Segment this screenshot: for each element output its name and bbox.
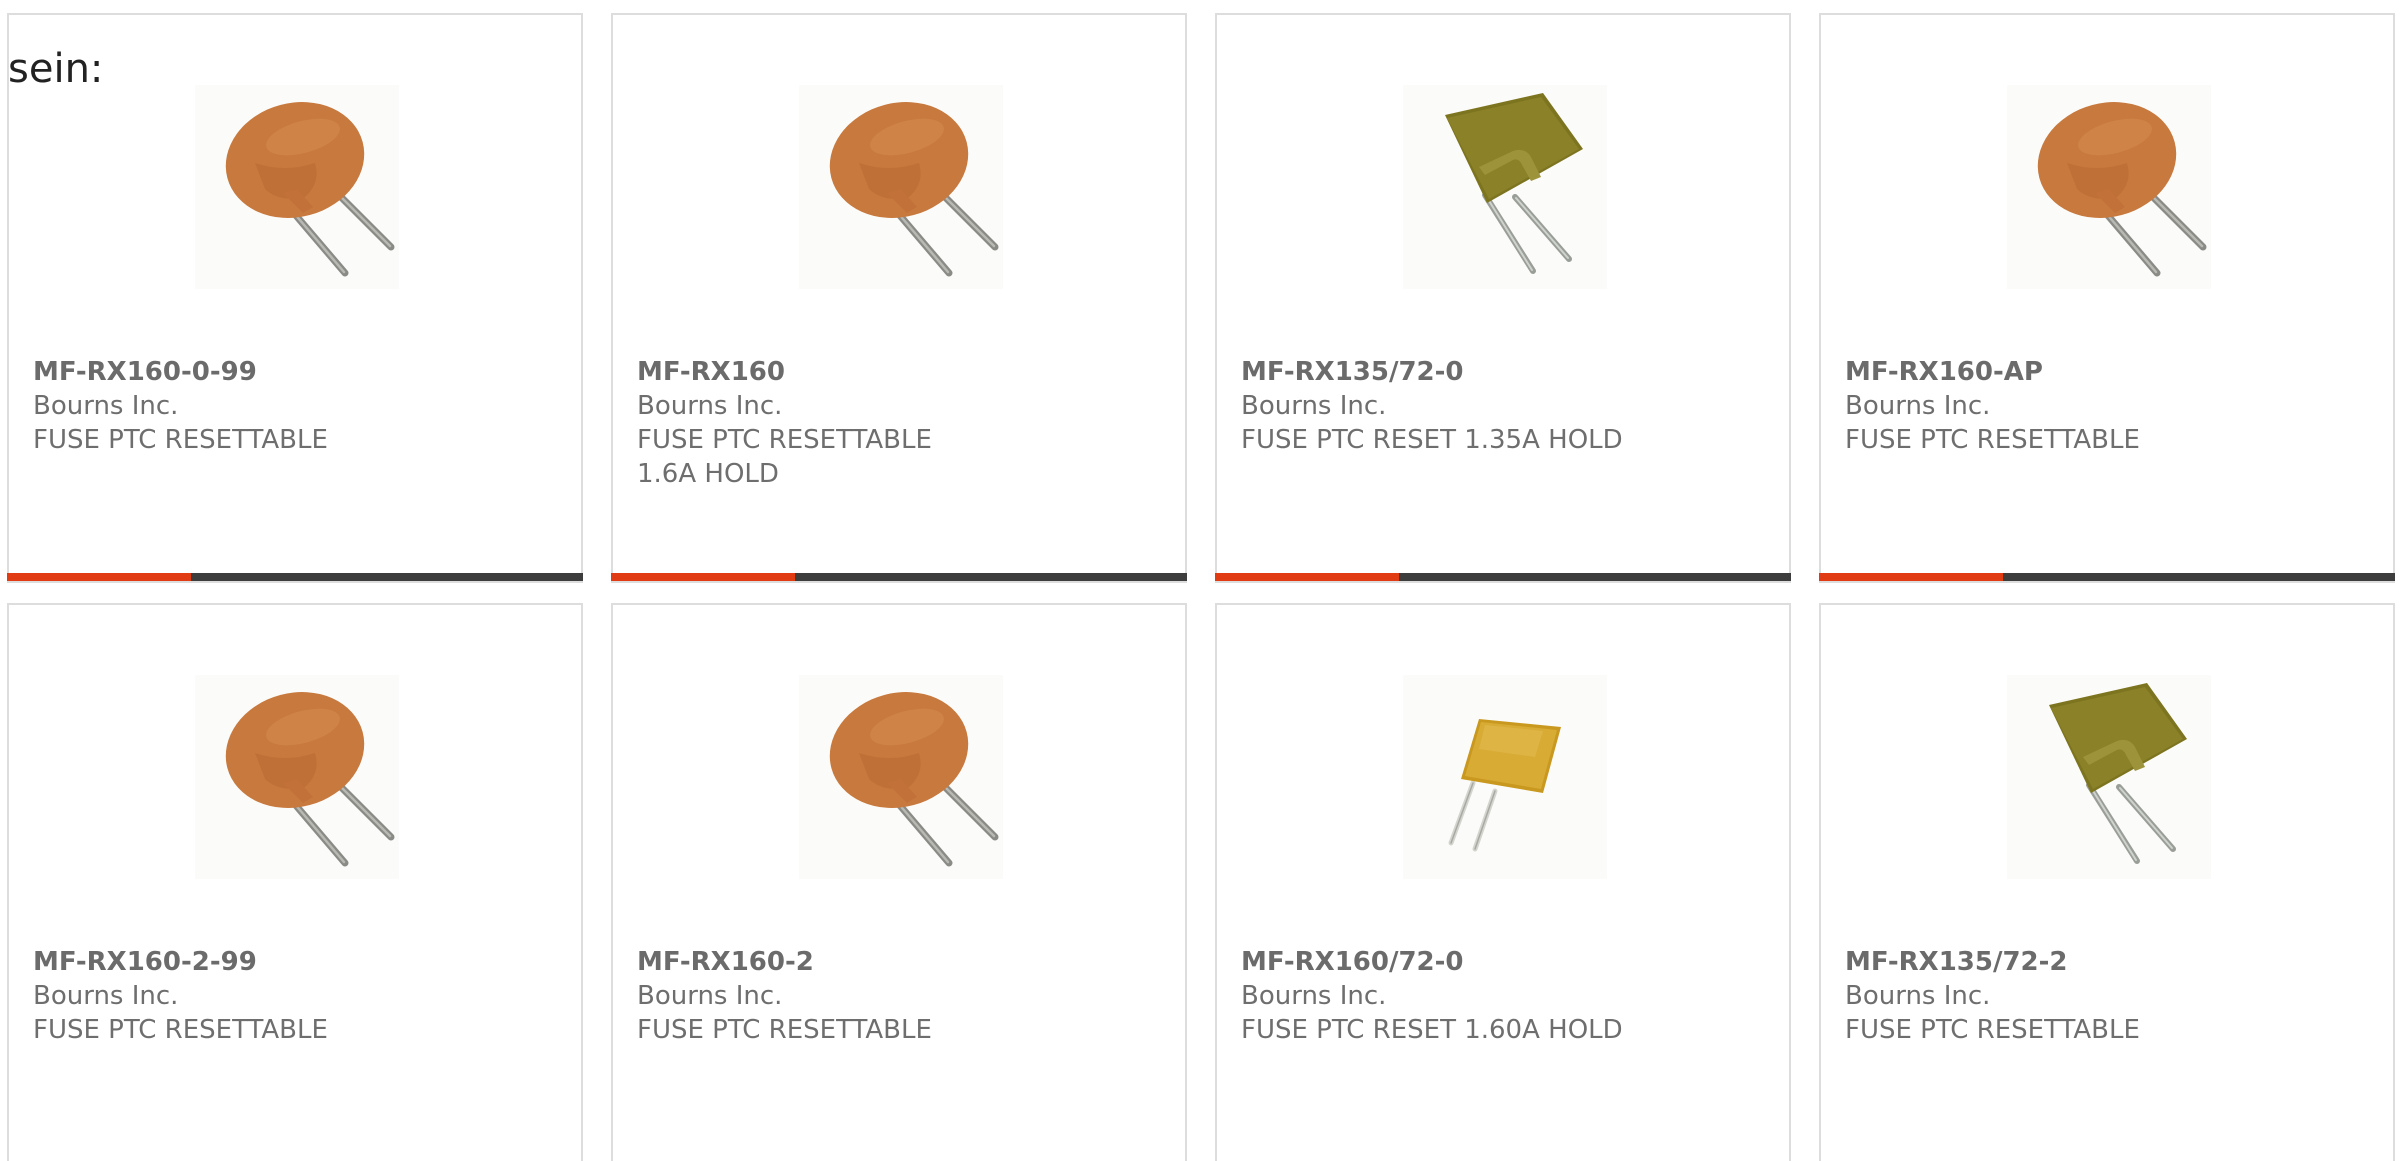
radial-ptc-square-icon[interactable] [2007,675,2211,879]
product-info: MF-RX135/72-2 Bourns Inc. FUSE PTC RESET… [1845,945,2265,1047]
radial-ptc-small-square-icon[interactable] [1403,675,1607,879]
product-info: MF-RX160-AP Bourns Inc. FUSE PTC RESETTA… [1845,355,2265,457]
product-card[interactable]: MF-RX160-2 Bourns Inc. FUSE PTC RESETTAB… [611,603,1187,1161]
description: FUSE PTC RESETTABLE [1845,1015,2140,1045]
card-accent-bar [611,573,795,581]
product-card[interactable]: MF-RX135/72-2 Bourns Inc. FUSE PTC RESET… [1819,603,2395,1161]
card-bottom-bar [611,573,1187,581]
description: FUSE PTC RESETTABLE [1845,425,2140,455]
product-info: MF-RX160-2 Bourns Inc. FUSE PTC RESETTAB… [637,945,1057,1047]
part-number[interactable]: MF-RX135/72-0 [1241,355,1661,389]
card-accent-bar [1819,573,2003,581]
product-grid-page: sein: MF-RX160-0-99 Bourns Inc. FUSE PTC… [0,0,2400,1161]
radial-ptc-disc-icon[interactable] [2007,85,2211,289]
part-number[interactable]: MF-RX160 [637,355,1057,389]
card-accent-bar [7,573,191,581]
manufacturer: Bourns Inc. [1845,981,1991,1011]
radial-ptc-disc-icon[interactable] [799,85,1003,289]
product-card[interactable]: MF-RX160-0-99 Bourns Inc. FUSE PTC RESET… [7,13,583,583]
manufacturer: Bourns Inc. [1845,391,1991,421]
manufacturer: Bourns Inc. [637,981,783,1011]
description: FUSE PTC RESET 1.60A HOLD [1241,1015,1623,1045]
product-card[interactable]: MF-RX160/72-0 Bourns Inc. FUSE PTC RESET… [1215,603,1791,1161]
radial-ptc-disc-icon[interactable] [195,85,399,289]
radial-ptc-disc-icon[interactable] [799,675,1003,879]
part-number[interactable]: MF-RX135/72-2 [1845,945,2265,979]
part-number[interactable]: MF-RX160-AP [1845,355,2265,389]
product-info: MF-RX160/72-0 Bourns Inc. FUSE PTC RESET… [1241,945,1661,1047]
part-number[interactable]: MF-RX160-2 [637,945,1057,979]
manufacturer: Bourns Inc. [1241,981,1387,1011]
description: FUSE PTC RESETTABLE [33,425,328,455]
product-info: MF-RX160-2-99 Bourns Inc. FUSE PTC RESET… [33,945,453,1047]
manufacturer: Bourns Inc. [637,391,783,421]
product-info: MF-RX135/72-0 Bourns Inc. FUSE PTC RESET… [1241,355,1661,457]
card-bottom-bar [1819,573,2395,581]
description: FUSE PTC RESET 1.35A HOLD [1241,425,1623,455]
product-card[interactable]: MF-RX160-AP Bourns Inc. FUSE PTC RESETTA… [1819,13,2395,583]
card-bottom-bar [7,573,583,581]
manufacturer: Bourns Inc. [33,391,179,421]
product-info: MF-RX160 Bourns Inc. FUSE PTC RESETTABLE… [637,355,1057,491]
product-card[interactable]: MF-RX160 Bourns Inc. FUSE PTC RESETTABLE… [611,13,1187,583]
part-number[interactable]: MF-RX160-2-99 [33,945,453,979]
description: FUSE PTC RESETTABLE 1.6A HOLD [637,425,932,489]
product-card[interactable]: MF-RX160-2-99 Bourns Inc. FUSE PTC RESET… [7,603,583,1161]
description: FUSE PTC RESETTABLE [33,1015,328,1045]
product-info: MF-RX160-0-99 Bourns Inc. FUSE PTC RESET… [33,355,453,457]
manufacturer: Bourns Inc. [1241,391,1387,421]
card-accent-bar [1215,573,1399,581]
radial-ptc-disc-icon[interactable] [195,675,399,879]
card-bottom-bar [1215,573,1791,581]
manufacturer: Bourns Inc. [33,981,179,1011]
description: FUSE PTC RESETTABLE [637,1015,932,1045]
radial-ptc-square-icon[interactable] [1403,85,1607,289]
product-card[interactable]: MF-RX135/72-0 Bourns Inc. FUSE PTC RESET… [1215,13,1791,583]
part-number[interactable]: MF-RX160/72-0 [1241,945,1661,979]
part-number[interactable]: MF-RX160-0-99 [33,355,453,389]
intro-text: sein: [8,46,104,92]
